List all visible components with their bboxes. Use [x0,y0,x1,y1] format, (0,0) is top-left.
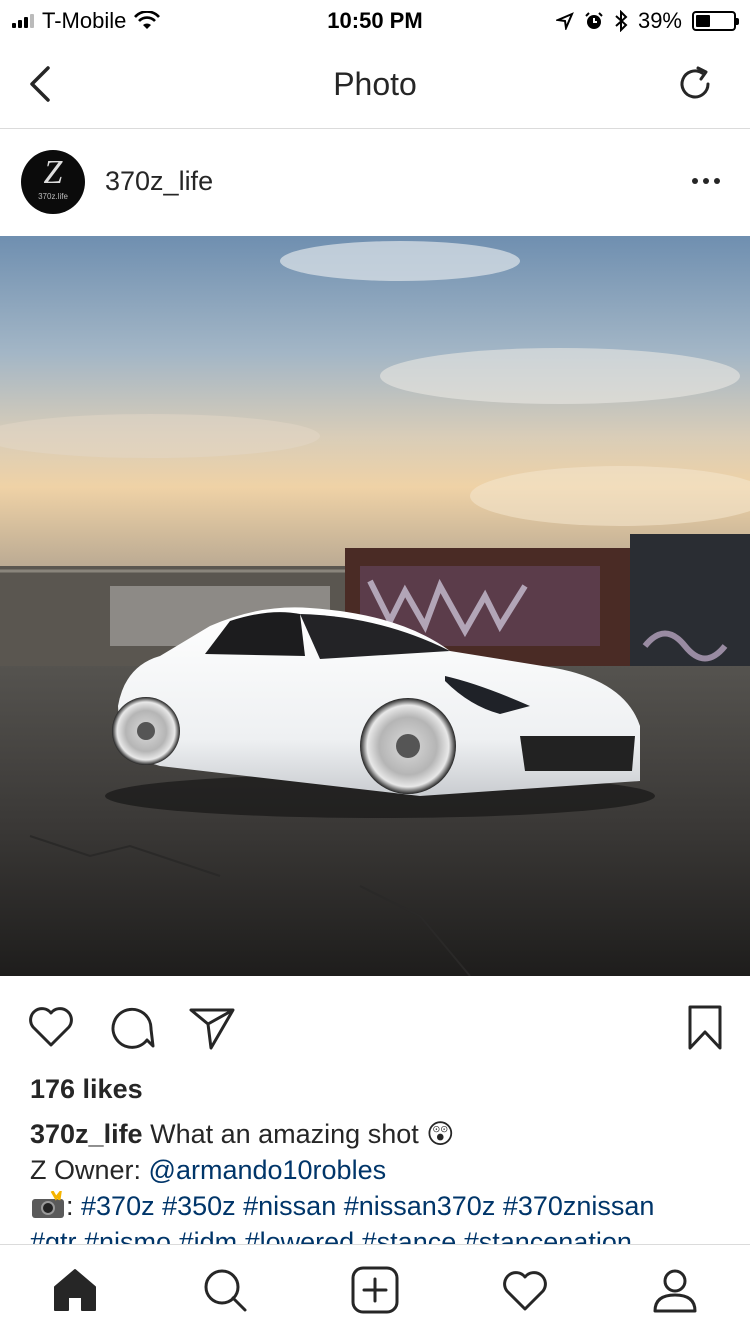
nav-bar: Photo [0,40,750,129]
search-icon[interactable] [200,1265,250,1315]
add-post-icon[interactable] [350,1265,400,1315]
post-username[interactable]: 370z_life [105,166,213,197]
status-right: 39% [555,8,739,34]
battery-fill [696,15,711,27]
battery-percent: 39% [637,8,682,33]
post-caption: 370z_life What an amazing shot 😲 Z Owner… [30,1116,730,1244]
bottom-tab-bar [0,1244,750,1334]
likes-count[interactable]: 176 likes [30,1074,143,1105]
alarm-icon [585,12,603,29]
caption-hashtags-2[interactable]: #gtr #nismo #jdm #lowered #stance #stanc… [30,1227,632,1244]
more-options-button[interactable] [692,178,720,184]
heart-icon[interactable] [26,1002,76,1052]
profile-icon[interactable] [650,1265,700,1315]
caption-text: What an amazing shot 😲 [150,1119,455,1149]
status-bar: T-Mobile 10:50 PM 39% [0,0,750,40]
caption-hashtags-1[interactable]: #370z #350z #nissan #nissan370z #370znis… [81,1191,654,1221]
page-title: Photo [333,66,417,102]
bookmark-icon[interactable] [680,1002,730,1052]
avatar[interactable]: Z 370z.life [21,150,85,214]
battery-icon [692,11,739,31]
caption-line-3: : #370z #350z #nissan #nissan370z #370zn… [30,1188,730,1224]
avatar-logo: Z [43,154,63,191]
caption-line-1: 370z_life What an amazing shot 😲 [30,1116,730,1152]
post-header: Z 370z.life 370z_life [0,130,750,236]
caption-username[interactable]: 370z_life [30,1119,143,1149]
ellipsis-icon [692,178,698,184]
avatar-logo-subtext: 370z.life [38,192,68,201]
activity-heart-icon[interactable] [500,1265,550,1315]
caption-owner-mention[interactable]: @armando10robles [149,1155,387,1185]
caption-line-4: #gtr #nismo #jdm #lowered #stance #stanc… [30,1224,730,1244]
post-photo[interactable] [0,236,750,976]
caption-line-2: Z Owner: @armando10robles [30,1152,730,1188]
home-icon[interactable] [50,1265,100,1315]
location-arrow-icon [555,12,574,30]
paper-plane-icon[interactable] [187,1002,237,1052]
caption-owner-label: Z Owner: [30,1155,142,1185]
comment-icon[interactable] [107,1002,157,1052]
refresh-icon[interactable] [674,62,718,106]
post-photo-image [0,236,750,976]
bluetooth-icon [615,10,628,32]
post-actions [0,976,750,1076]
camera-flash-emoji [32,1191,64,1218]
